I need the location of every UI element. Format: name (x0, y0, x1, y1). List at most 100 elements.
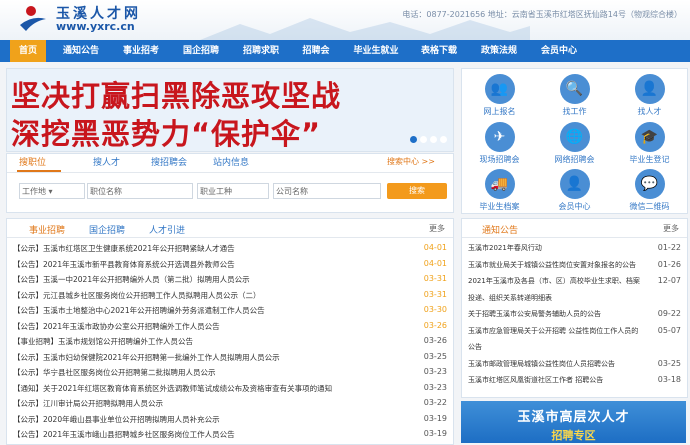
service-grad-register[interactable]: 🎓 毕业生登记 (612, 119, 687, 167)
list-item-date: 04-01 (423, 258, 447, 268)
service-member-center[interactable]: 👤 会员中心 (537, 166, 612, 214)
nav-notices[interactable]: 通知公告 (56, 40, 106, 62)
search-tab-talent[interactable]: 搜人才 (93, 156, 120, 170)
nav-member[interactable]: 会员中心 (534, 40, 584, 62)
list-item[interactable]: 【公示】元江县城乡社区服务岗位公开招聘工作人员拟聘用人员公示（二） 03-31 (7, 290, 453, 304)
list-item[interactable]: 【公示】江川审计局公开招聘拟聘用人员公示 03-22 (7, 398, 453, 412)
notice-item[interactable]: 玉溪市应急管理局关于公开招聘 公益性岗位工作人员的 05-07 (462, 326, 687, 340)
service-find-job[interactable]: 🔍 找工作 (537, 71, 612, 119)
notice-item[interactable]: 2021年玉溪市及各县（市、区）高校毕业生求职、档案 12-07 (462, 276, 687, 290)
search-button[interactable]: 搜索 (387, 183, 447, 199)
nav-graduates[interactable]: 毕业生就业 (346, 40, 406, 62)
nav-jobs[interactable]: 招聘求职 (236, 40, 286, 62)
list-item-title[interactable]: 【公告】2021年玉溪市新平县教育体育系统公开选调县外教师公告 (13, 259, 235, 270)
notice-date: 12-07 (657, 276, 681, 285)
service-grad-archive[interactable]: 🚚 毕业生档案 (462, 166, 537, 214)
list-item-title[interactable]: 【公示】华宁县社区服务岗位公开招聘第二批拟聘用人员公示 (13, 367, 216, 378)
list-item-date: 03-23 (423, 367, 447, 376)
notice-title[interactable]: 投递、组织关系转递明细表 (468, 293, 552, 303)
notice-item[interactable]: 公告 (462, 342, 687, 356)
list-item[interactable]: 【公告】2021年玉溪市新平县教育体育系统公开选调县外教师公告 04-01 (7, 259, 453, 273)
service-onsite-fair[interactable]: ✈ 现场招聘会 (462, 119, 537, 167)
list-item-title[interactable]: 【公示】玉溪市妇幼保健院2021年公开招聘第一批编外工作人员拟聘用人员公示 (13, 352, 280, 363)
tab-public-institution[interactable]: 事业招聘 (29, 223, 65, 236)
list-item-title[interactable]: 【公告】玉溪市土地整治中心2021年公开招聘编外劳务派遣制工作人员公告 (13, 305, 265, 316)
list-item-title[interactable]: 【公告】2021年玉溪市峨山县招聘城乡社区服务岗位工作人员公告 (13, 429, 235, 440)
list-item[interactable]: 【公告】2021年玉溪市峨山县招聘城乡社区服务岗位工作人员公告 03-19 (7, 429, 453, 443)
divider (7, 237, 453, 238)
notice-item[interactable]: 玉溪市邮政管理局城镇公益性岗位人员招聘公告 03-25 (462, 359, 687, 373)
search-tab-jobs[interactable]: 搜职位 (19, 156, 46, 170)
job-title-input[interactable]: 职位名称 (87, 183, 193, 199)
tab-talent-intro[interactable]: 人才引进 (149, 223, 185, 236)
service-label: 现场招聘会 (479, 155, 520, 164)
notice-item[interactable]: 玉溪市2021年春风行动 01-22 (462, 243, 687, 257)
banner-carousel[interactable]: 坚决打赢扫黑除恶攻坚战 深挖黑恶势力“保护伞” (6, 68, 454, 152)
notice-title[interactable]: 公告 (468, 342, 482, 352)
service-online-fair[interactable]: 🌐 网络招聘会 (537, 119, 612, 167)
notice-title[interactable]: 玉溪市邮政管理局城镇公益性岗位人员招聘公告 (468, 359, 615, 369)
list-item[interactable]: 【公告】玉溪一中2021年公开招聘编外人员（第二批）拟聘用人员公示 03-31 (7, 274, 453, 288)
nav-soe-recruit[interactable]: 国企招聘 (176, 40, 226, 62)
list-item-title[interactable]: 【公告】玉溪一中2021年公开招聘编外人员（第二批）拟聘用人员公示 (13, 274, 250, 285)
more-link[interactable]: 更多 (663, 223, 679, 234)
list-item[interactable]: 【公示】2020年峨山县事业单位公开招聘拟聘用人员补充公示 03-19 (7, 414, 453, 428)
recruit-list-panel: 事业招聘 国企招聘 人才引进 更多 【公示】玉溪市红塔区卫生健康系统2021年公… (6, 218, 454, 445)
job-type-input[interactable]: 职业工种 (197, 183, 269, 199)
list-item-title[interactable]: 【公告】2021年玉溪市政协办公室公开招聘编外工作人员公告 (13, 321, 220, 332)
list-item-title[interactable]: 【公示】玉溪市红塔区卫生健康系统2021年公开招聘紧缺人才通告 (13, 243, 235, 254)
notice-item[interactable]: 玉溪市就业局关于城镇公益性岗位安置对象报名的公告 01-26 (462, 260, 687, 274)
location-select[interactable]: 工作地 ▾ (19, 183, 85, 199)
service-wechat-qr[interactable]: 💬 微信二维码 (612, 166, 687, 214)
list-item[interactable]: 【公示】华宁县社区服务岗位公开招聘第二批拟聘用人员公示 03-23 (7, 367, 453, 381)
list-item-title[interactable]: 【事业招聘】玉溪市规划馆公开招聘编外工作人员公告 (13, 336, 193, 347)
list-item-title[interactable]: 【通知】关于2021年红塔区教育体育系统区外选调教师笔试成绩公布及资格审查有关事… (13, 383, 332, 394)
nav-public-exam[interactable]: 事业招考 (116, 40, 166, 62)
list-item-date: 03-23 (423, 382, 447, 392)
company-input[interactable]: 公司名称 (273, 183, 381, 199)
notice-title[interactable]: 玉溪市2021年春风行动 (468, 243, 542, 253)
talent-promo-banner[interactable]: 玉溪市高层次人才 招聘专区 (461, 401, 686, 443)
carousel-dot[interactable] (430, 136, 437, 143)
nav-policy[interactable]: 政策法规 (474, 40, 524, 62)
notice-item[interactable]: 关于招聘玉溪市公安局警务辅助人员的公告 09-22 (462, 309, 687, 323)
list-item[interactable]: 【公示】玉溪市红塔区卫生健康系统2021年公开招聘紧缺人才通告 04-01 (7, 243, 453, 257)
list-item-title[interactable]: 【公示】2020年峨山县事业单位公开招聘拟聘用人员补充公示 (13, 414, 220, 425)
more-link[interactable]: 更多 (429, 223, 445, 234)
list-item-title[interactable]: 【公示】江川审计局公开招聘拟聘用人员公示 (13, 398, 163, 409)
search-tab-site[interactable]: 站内信息 (213, 156, 249, 170)
list-item-date: 03-22 (423, 398, 447, 407)
notice-title[interactable]: 2021年玉溪市及各县（市、区）高校毕业生求职、档案 (468, 276, 640, 286)
list-item[interactable]: 【通知】关于2021年红塔区教育体育系统区外选调教师笔试成绩公布及资格审查有关事… (7, 383, 453, 397)
service-find-talent[interactable]: 👤 找人才 (612, 71, 687, 119)
notice-title[interactable]: 玉溪市就业局关于城镇公益性岗位安置对象报名的公告 (468, 260, 636, 270)
nav-job-fair[interactable]: 招聘会 (296, 40, 336, 62)
list-item-date: 03-25 (423, 351, 447, 361)
service-online-signup[interactable]: 👥 网上报名 (462, 71, 537, 119)
more-label: 更多 (663, 224, 679, 233)
carousel-dot[interactable] (440, 136, 447, 143)
list-item[interactable]: 【公告】玉溪市土地整治中心2021年公开招聘编外劳务派遣制工作人员公告 03-30 (7, 305, 453, 319)
list-item[interactable]: 【事业招聘】玉溪市规划馆公开招聘编外工作人员公告 03-26 (7, 336, 453, 350)
globe-icon: 🌐 (559, 122, 590, 152)
search-tab-fairs[interactable]: 搜招聘会 (151, 156, 187, 170)
list-item-title[interactable]: 【公示】元江县城乡社区服务岗位公开招聘工作人员拟聘用人员公示（二） (13, 290, 261, 301)
notice-item[interactable]: 玉溪市红塔区风凰街道社区工作者 招聘公告 03-18 (462, 375, 687, 389)
carousel-dot[interactable] (420, 136, 427, 143)
logo-url[interactable]: www.yxrc.cn (56, 20, 135, 33)
tab-notices[interactable]: 通知公告 (482, 223, 518, 236)
search-center-link[interactable]: 搜索中心 >> (387, 156, 435, 167)
notice-title[interactable]: 玉溪市红塔区风凰街道社区工作者 招聘公告 (468, 375, 603, 385)
notice-date: 09-22 (657, 309, 681, 318)
notice-title[interactable]: 玉溪市应急管理局关于公开招聘 公益性岗位工作人员的 (468, 326, 638, 336)
carousel-dot[interactable] (410, 136, 417, 143)
list-item[interactable]: 【公示】玉溪市妇幼保健院2021年公开招聘第一批编外工作人员拟聘用人员公示 03-… (7, 352, 453, 366)
notice-title[interactable]: 关于招聘玉溪市公安局警务辅助人员的公告 (468, 309, 601, 319)
nav-forms[interactable]: 表格下载 (414, 40, 464, 62)
person-icon: 👤 (634, 74, 665, 104)
list-item-date: 03-31 (423, 274, 447, 283)
tab-soe[interactable]: 国企招聘 (89, 223, 125, 236)
nav-home[interactable]: 首页 (10, 40, 46, 62)
notice-item[interactable]: 投递、组织关系转递明细表 (462, 293, 687, 307)
list-item[interactable]: 【公告】2021年玉溪市政协办公室公开招聘编外工作人员公告 03-26 (7, 321, 453, 335)
